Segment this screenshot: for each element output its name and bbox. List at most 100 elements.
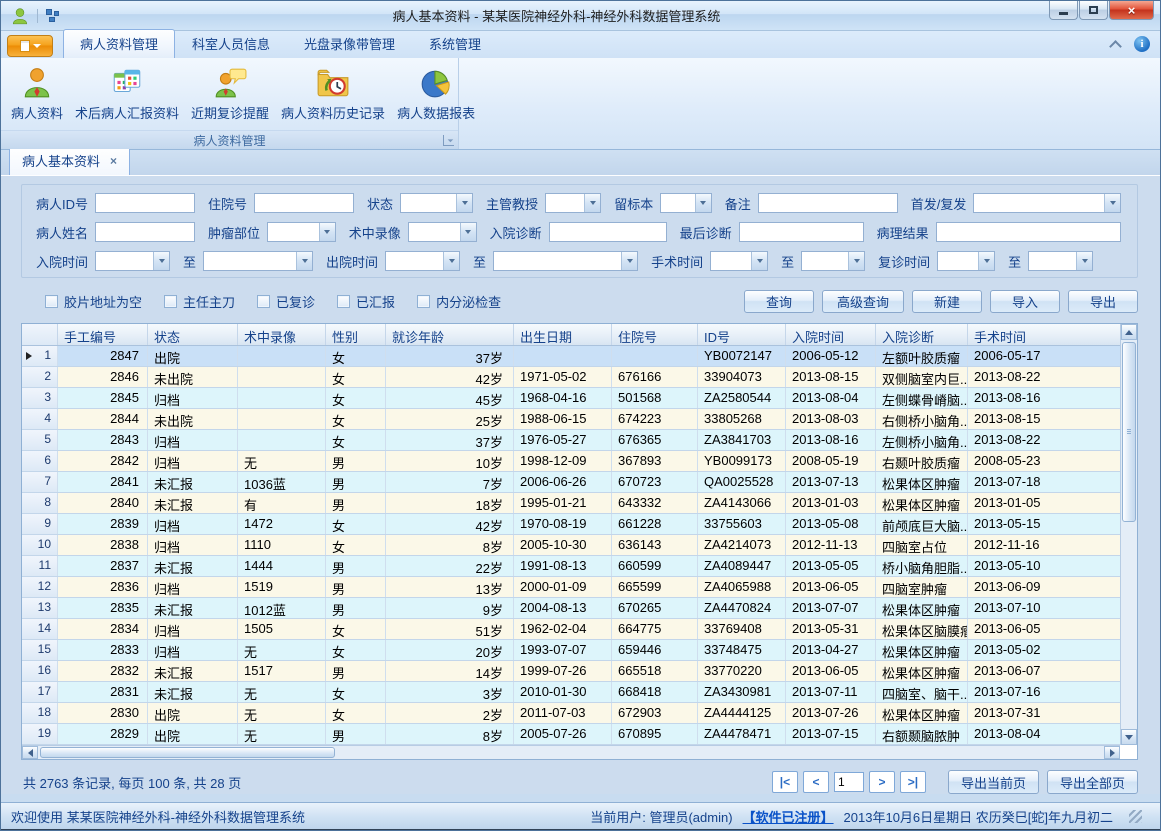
last-page-button[interactable]: >| <box>900 771 926 793</box>
new-button[interactable]: 新建 <box>912 290 982 313</box>
next-page-button[interactable]: > <box>869 771 895 793</box>
surgery-time-from-combo[interactable] <box>710 251 768 271</box>
admit-diagnosis-input[interactable] <box>549 222 667 242</box>
header-gender[interactable]: 性别 <box>326 324 386 345</box>
page-input[interactable] <box>834 772 864 792</box>
row-selector-cell[interactable]: 8 <box>22 493 58 513</box>
patient-name-input[interactable] <box>95 222 195 242</box>
prev-page-button[interactable]: < <box>803 771 829 793</box>
row-selector-cell[interactable]: 15 <box>22 640 58 660</box>
patient-history-button[interactable]: 病人资料历史记录 <box>275 62 391 124</box>
row-selector-cell[interactable]: 5 <box>22 430 58 450</box>
table-row[interactable]: 15 2833 归档 无 女 20岁 1993-07-07 659446 337… <box>22 640 1120 661</box>
table-row[interactable]: 6 2842 归档 无 男 10岁 1998-12-09 367893 YB00… <box>22 451 1120 472</box>
table-row[interactable]: 16 2832 未汇报 1517 男 14岁 1999-07-26 665518… <box>22 661 1120 682</box>
intraop-video-combo[interactable] <box>408 222 477 242</box>
row-selector-cell[interactable]: 17 <box>22 682 58 702</box>
header-inpatient-no[interactable]: 住院号 <box>612 324 698 345</box>
table-row[interactable]: 9 2839 归档 1472 女 42岁 1970-08-19 661228 3… <box>22 514 1120 535</box>
professor-combo[interactable] <box>545 193 601 213</box>
row-selector-cell[interactable]: 10 <box>22 535 58 555</box>
tumor-site-combo[interactable] <box>267 222 336 242</box>
header-surgery-time[interactable]: 手术时间 <box>968 324 1120 345</box>
info-icon[interactable]: i <box>1134 36 1150 52</box>
postop-report-button[interactable]: 术后病人汇报资料 <box>69 62 185 124</box>
row-selector-cell[interactable]: 9 <box>22 514 58 534</box>
discharge-time-from-combo[interactable] <box>385 251 460 271</box>
chevron-down-icon[interactable] <box>751 252 767 270</box>
row-selector-cell[interactable]: 4 <box>22 409 58 429</box>
chevron-down-icon[interactable] <box>456 194 472 212</box>
tab-patient-basic-info[interactable]: 病人基本资料 × <box>9 146 130 175</box>
chevron-down-icon[interactable] <box>1076 252 1092 270</box>
table-row[interactable]: 11 2837 未汇报 1444 男 22岁 1991-08-13 660599… <box>22 556 1120 577</box>
table-row[interactable]: 13 2835 未汇报 1012蓝 男 9岁 2004-08-13 670265… <box>22 598 1120 619</box>
checkbox-icon[interactable] <box>337 295 350 308</box>
table-row[interactable]: 3 2845 归档 女 45岁 1968-04-16 501568 ZA2580… <box>22 388 1120 409</box>
import-button[interactable]: 导入 <box>990 290 1060 313</box>
row-selector-cell[interactable]: 19 <box>22 724 58 744</box>
final-diagnosis-input[interactable] <box>739 222 864 242</box>
software-registered-link[interactable]: 【软件已注册】 <box>743 807 834 826</box>
maximize-button[interactable] <box>1079 1 1108 20</box>
row-selector-cell[interactable]: 12 <box>22 577 58 597</box>
row-selector-cell[interactable]: 13 <box>22 598 58 618</box>
tab-close-icon[interactable]: × <box>110 156 117 166</box>
table-row[interactable]: 14 2834 归档 1505 女 51岁 1962-02-04 664775 … <box>22 619 1120 640</box>
table-row[interactable]: 10 2838 归档 1110 女 8岁 2005-10-30 636143 Z… <box>22 535 1120 556</box>
horizontal-scroll-thumb[interactable] <box>40 747 335 758</box>
filter-checkbox[interactable]: 主任主刀 <box>164 292 235 311</box>
filter-checkbox[interactable]: 内分泌检查 <box>417 292 501 311</box>
checkbox-icon[interactable] <box>164 295 177 308</box>
revisit-time-to-combo[interactable] <box>1028 251 1093 271</box>
query-button[interactable]: 查询 <box>744 290 814 313</box>
chevron-down-icon[interactable] <box>1104 194 1120 212</box>
scroll-down-button[interactable] <box>1121 729 1137 745</box>
chevron-down-icon[interactable] <box>443 252 459 270</box>
chevron-down-icon[interactable] <box>695 194 711 212</box>
filter-checkbox[interactable]: 已汇报 <box>337 292 395 311</box>
application-menu-button[interactable] <box>7 35 53 57</box>
table-row[interactable]: 4 2844 未出院 女 25岁 1988-06-15 674223 33805… <box>22 409 1120 430</box>
chevron-down-icon[interactable] <box>621 252 637 270</box>
chevron-down-icon[interactable] <box>153 252 169 270</box>
revisit-reminder-button[interactable]: 近期复诊提醒 <box>185 62 275 124</box>
vertical-scrollbar[interactable] <box>1120 324 1137 745</box>
inpatient-no-input[interactable] <box>254 193 354 213</box>
admit-time-from-combo[interactable] <box>95 251 170 271</box>
row-selector-cell[interactable]: 11 <box>22 556 58 576</box>
header-admit-time[interactable]: 入院时间 <box>786 324 876 345</box>
filter-checkbox[interactable]: 胶片地址为空 <box>45 292 142 311</box>
checkbox-icon[interactable] <box>417 295 430 308</box>
resize-grip-icon[interactable] <box>1129 810 1142 823</box>
patient-id-input[interactable] <box>95 193 195 213</box>
minimize-button[interactable] <box>1049 1 1078 20</box>
header-status[interactable]: 状态 <box>148 324 238 345</box>
vertical-scroll-thumb[interactable] <box>1122 342 1136 522</box>
export-all-pages-button[interactable]: 导出全部页 <box>1047 770 1138 794</box>
checkbox-icon[interactable] <box>45 295 58 308</box>
quick-access-layout-icon[interactable] <box>46 9 60 23</box>
export-current-page-button[interactable]: 导出当前页 <box>948 770 1039 794</box>
table-row[interactable]: 7 2841 未汇报 1036蓝 男 7岁 2006-06-26 670723 … <box>22 472 1120 493</box>
checkbox-icon[interactable] <box>257 295 270 308</box>
header-age[interactable]: 就诊年龄 <box>386 324 514 345</box>
chevron-down-icon[interactable] <box>978 252 994 270</box>
row-selector-cell[interactable]: 2 <box>22 367 58 387</box>
ribbon-tab[interactable]: 系统管理 <box>412 29 498 58</box>
chevron-down-icon[interactable] <box>296 252 312 270</box>
ribbon-tab[interactable]: 光盘录像带管理 <box>287 29 412 58</box>
header-manual-no[interactable]: 手工编号 <box>58 324 148 345</box>
surgery-time-to-combo[interactable] <box>801 251 865 271</box>
remark-input[interactable] <box>758 193 898 213</box>
first-page-button[interactable]: |< <box>772 771 798 793</box>
header-intraop-video[interactable]: 术中录像 <box>238 324 326 345</box>
close-button[interactable]: × <box>1109 1 1154 20</box>
admit-time-to-combo[interactable] <box>203 251 313 271</box>
chevron-down-icon[interactable] <box>848 252 864 270</box>
status-combo[interactable] <box>400 193 473 213</box>
table-row[interactable]: 2 2846 未出院 女 42岁 1971-05-02 676166 33904… <box>22 367 1120 388</box>
patient-report-chart-button[interactable]: 病人数据报表 <box>391 62 481 124</box>
row-selector-cell[interactable]: 18 <box>22 703 58 723</box>
scroll-up-button[interactable] <box>1121 324 1137 340</box>
